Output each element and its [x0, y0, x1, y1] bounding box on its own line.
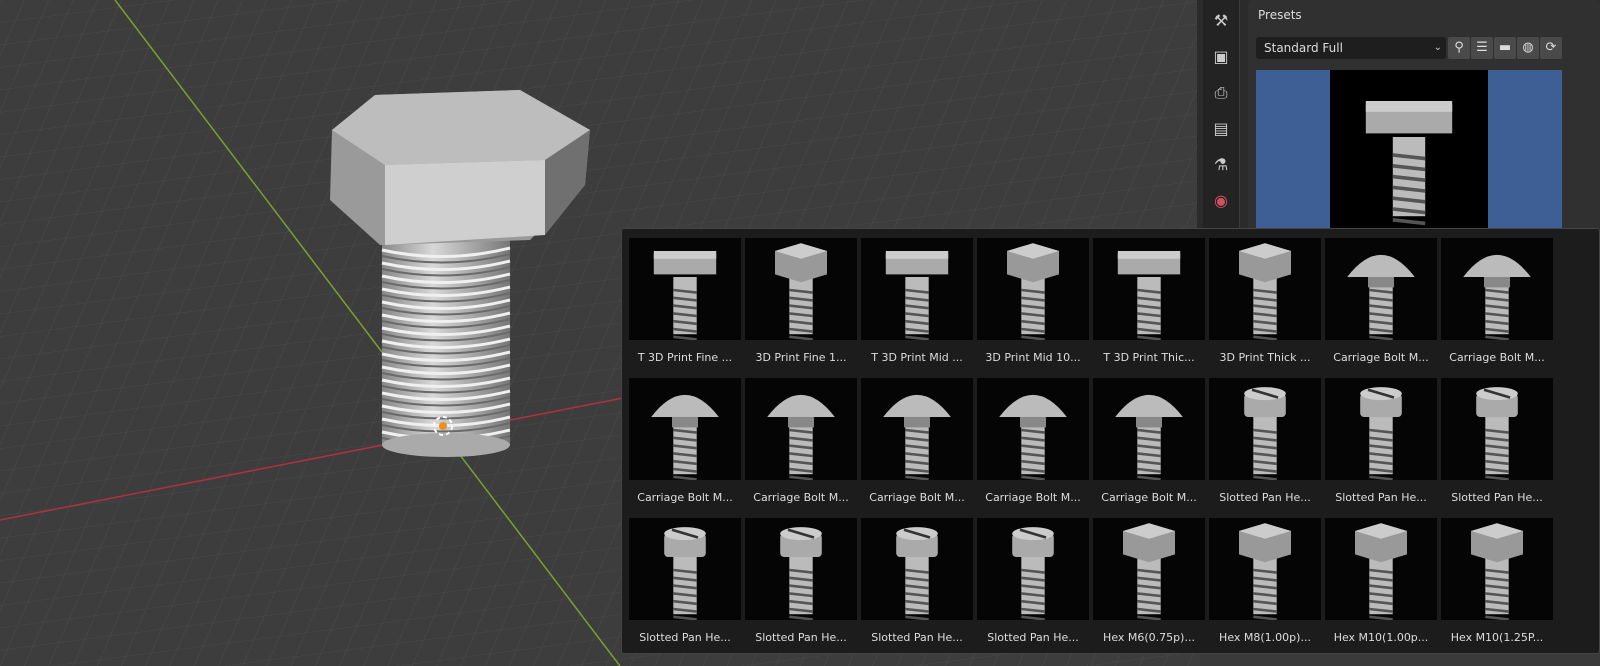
- preset-item[interactable]: Carriage Bolt M...: [745, 378, 857, 512]
- preset-item[interactable]: 3D Print Mid 10...: [977, 238, 1089, 372]
- preset-item[interactable]: Carriage Bolt M...: [1093, 378, 1205, 512]
- tool-icon[interactable]: ⚒: [1206, 6, 1236, 36]
- preset-label: T 3D Print Fine ...: [637, 351, 733, 364]
- preset-thumbnail: [861, 378, 973, 481]
- presets-title: Presets: [1258, 8, 1302, 22]
- search-icon: ⚲: [1454, 40, 1464, 55]
- preset-item[interactable]: Carriage Bolt M...: [629, 378, 741, 512]
- preset-label: Hex M6(0.75p)...: [1103, 631, 1195, 644]
- web-button[interactable]: ◍: [1517, 37, 1539, 59]
- preset-thumbnail: [1441, 518, 1553, 621]
- preset-label: Slotted Pan He...: [1335, 491, 1427, 504]
- preview-thumbnail: [1330, 70, 1488, 232]
- preset-thumbnail: [745, 378, 857, 481]
- preset-label: Carriage Bolt M...: [1333, 351, 1429, 364]
- refresh-button[interactable]: ⟳: [1540, 37, 1562, 59]
- render-icon[interactable]: ▣: [1206, 42, 1236, 72]
- preset-label: Slotted Pan He...: [1451, 491, 1543, 504]
- preset-label: Hex M10(1.00p...: [1333, 631, 1429, 644]
- folder-icon: ▬: [1498, 40, 1512, 55]
- preset-thumbnail: [1209, 238, 1321, 341]
- add-list-icon: ☰: [1476, 40, 1488, 55]
- add-list-button[interactable]: ☰: [1471, 37, 1493, 59]
- preset-item[interactable]: Carriage Bolt M...: [1441, 238, 1553, 372]
- web-icon: ◍: [1522, 40, 1534, 55]
- preset-thumbnail: [1441, 378, 1553, 481]
- folder-button[interactable]: ▬: [1494, 37, 1516, 59]
- preset-item[interactable]: Carriage Bolt M...: [861, 378, 973, 512]
- preset-thumbnail: [861, 238, 973, 341]
- preset-label: Hex M10(1.25P...: [1450, 631, 1544, 644]
- preset-label: T 3D Print Thic...: [1103, 351, 1195, 364]
- preset-item[interactable]: Slotted Pan He...: [745, 518, 857, 652]
- preset-label: Slotted Pan He...: [1219, 491, 1311, 504]
- preset-label: Slotted Pan He...: [639, 631, 731, 644]
- preset-label: Slotted Pan He...: [755, 631, 847, 644]
- preset-label: Hex M8(1.00p)...: [1219, 631, 1311, 644]
- preset-preview[interactable]: [1256, 70, 1562, 232]
- world-icon[interactable]: ◉: [1206, 186, 1236, 216]
- preset-item[interactable]: 3D Print Fine 1...: [745, 238, 857, 372]
- preset-thumbnail: [745, 238, 857, 341]
- preset-label: 3D Print Mid 10...: [985, 351, 1081, 364]
- preset-item[interactable]: Slotted Pan He...: [1325, 378, 1437, 512]
- preset-label: Carriage Bolt M...: [1449, 351, 1545, 364]
- preset-item[interactable]: Hex M6(0.75p)...: [1093, 518, 1205, 652]
- preset-label: Carriage Bolt M...: [753, 491, 849, 504]
- preset-thumbnail: [861, 518, 973, 621]
- preset-item[interactable]: Hex M10(1.00p...: [1325, 518, 1437, 652]
- preset-item[interactable]: Slotted Pan He...: [629, 518, 741, 652]
- preset-item[interactable]: 3D Print Thick ...: [1209, 238, 1321, 372]
- preset-label: 3D Print Fine 1...: [755, 351, 847, 364]
- refresh-icon: ⟳: [1545, 40, 1557, 55]
- preset-dropdown-value: Standard Full: [1264, 41, 1343, 55]
- preset-item[interactable]: Slotted Pan He...: [977, 518, 1089, 652]
- preset-thumbnail: [1325, 518, 1437, 621]
- preset-item[interactable]: T 3D Print Thic...: [1093, 238, 1205, 372]
- preset-thumbnail: [1093, 238, 1205, 341]
- preset-thumbnail: [629, 518, 741, 621]
- preset-label: Slotted Pan He...: [871, 631, 963, 644]
- preset-thumbnail: [1325, 238, 1437, 341]
- preset-thumbnail: [1209, 518, 1321, 621]
- properties-tabs: ⚒ ▣ ⎙ ▤ ⚗ ◉: [1197, 0, 1239, 232]
- preset-label: Carriage Bolt M...: [1101, 491, 1197, 504]
- preset-thumbnail: [977, 238, 1089, 341]
- preset-gallery-popup: T 3D Print Fine ... 3D Print Fine 1... T 3…: [621, 228, 1600, 654]
- preset-label: Carriage Bolt M...: [637, 491, 733, 504]
- preset-label: 3D Print Thick ...: [1219, 351, 1311, 364]
- preset-item[interactable]: T 3D Print Mid ...: [861, 238, 973, 372]
- preset-label: Carriage Bolt M...: [985, 491, 1081, 504]
- preset-thumbnail: [977, 518, 1089, 621]
- preset-thumbnail: [629, 378, 741, 481]
- preset-thumbnail: [977, 378, 1089, 481]
- preset-label: T 3D Print Mid ...: [871, 351, 963, 364]
- presets-section: Presets Standard Full ⌄ ⚲ ☰ ▬ ◍ ⟳: [1248, 0, 1600, 232]
- preset-label: Carriage Bolt M...: [869, 491, 965, 504]
- preset-label: Slotted Pan He...: [987, 631, 1079, 644]
- properties-panel: Presets Standard Full ⌄ ⚲ ☰ ▬ ◍ ⟳: [1240, 0, 1600, 232]
- preset-item[interactable]: Carriage Bolt M...: [1325, 238, 1437, 372]
- preset-dropdown[interactable]: Standard Full ⌄: [1256, 37, 1446, 59]
- preset-item[interactable]: Slotted Pan He...: [1209, 378, 1321, 512]
- preset-thumbnail: [1325, 378, 1437, 481]
- preset-thumbnail: [745, 518, 857, 621]
- chevron-down-icon: ⌄: [1433, 42, 1442, 53]
- preset-item[interactable]: Slotted Pan He...: [861, 518, 973, 652]
- search-button[interactable]: ⚲: [1448, 37, 1470, 59]
- preset-item[interactable]: Slotted Pan He...: [1441, 378, 1553, 512]
- preset-thumbnail: [1209, 378, 1321, 481]
- scene-icon[interactable]: ⚗: [1206, 150, 1236, 180]
- preset-item[interactable]: Hex M8(1.00p)...: [1209, 518, 1321, 652]
- preset-item[interactable]: Hex M10(1.25P...: [1441, 518, 1553, 652]
- output-icon[interactable]: ⎙: [1206, 78, 1236, 108]
- preset-thumbnail: [1441, 238, 1553, 341]
- view-layer-icon[interactable]: ▤: [1206, 114, 1236, 144]
- preset-item[interactable]: Carriage Bolt M...: [977, 378, 1089, 512]
- preset-thumbnail: [1093, 518, 1205, 621]
- preset-thumbnail: [1093, 378, 1205, 481]
- preset-item[interactable]: T 3D Print Fine ...: [629, 238, 741, 372]
- preset-thumbnail: [629, 238, 741, 341]
